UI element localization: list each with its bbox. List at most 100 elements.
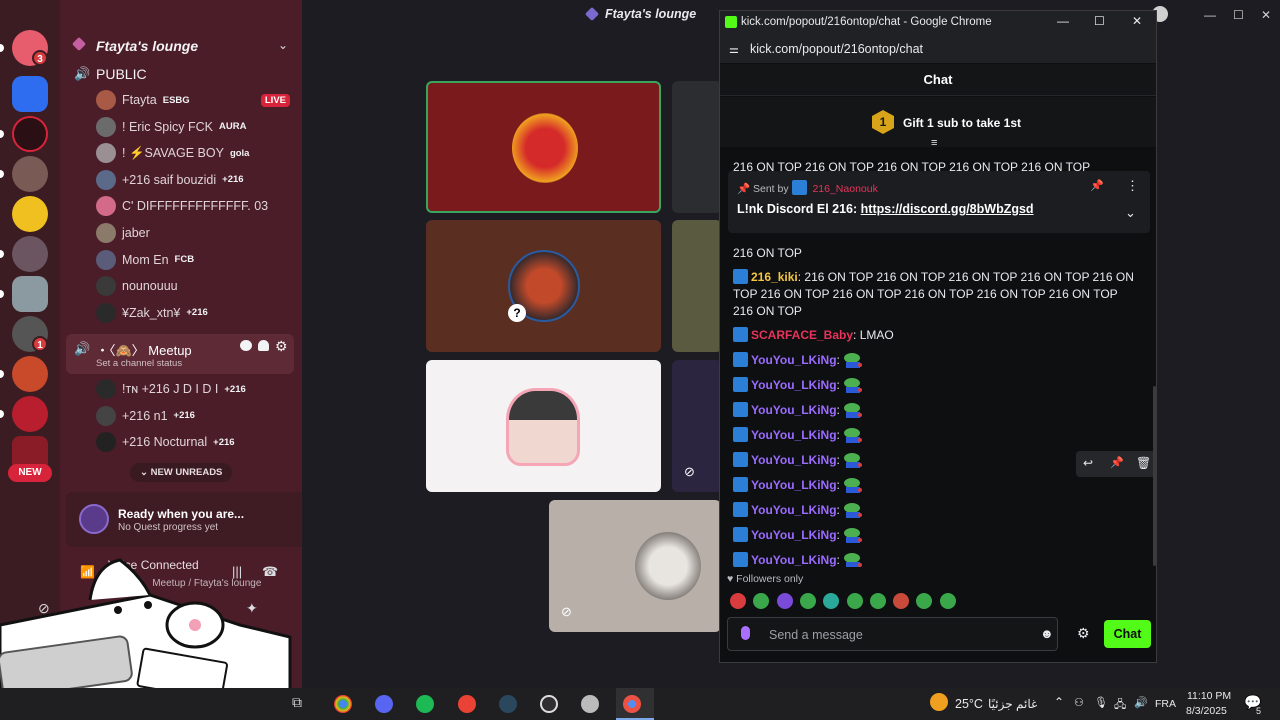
spotify-icon[interactable] — [416, 695, 434, 713]
pin-icon[interactable]: 📌 — [1090, 179, 1104, 192]
voice-member[interactable]: +216 n1 +216 — [96, 405, 296, 427]
collapse-icon[interactable]: ≡ — [931, 137, 937, 149]
chat-username[interactable]: YouYou_LKiNg — [751, 528, 837, 542]
chevron-down-icon[interactable]: ⌄ — [278, 38, 288, 52]
voice-member[interactable]: ¥Zak_xtn¥ +216 — [96, 302, 296, 324]
gear-icon[interactable]: ⚙ — [1077, 625, 1090, 642]
gift-leaderboard[interactable]: 1 Gift 1 sub to take 1st ≡ — [720, 97, 1156, 149]
emote-icon[interactable] — [799, 593, 816, 609]
discord-link[interactable]: https://discord.gg/8bWbZgsd — [861, 202, 1034, 216]
emote-icon[interactable] — [916, 593, 933, 609]
minimize-icon[interactable]: — — [1057, 14, 1069, 28]
clock-time[interactable]: 11:10 PM — [1187, 690, 1231, 702]
emote-icon[interactable] — [846, 593, 863, 609]
channel-meetup[interactable]: 🔊 ・〈🙈〉 Meetup Set a channel status ⚙ — [66, 334, 294, 374]
chat-message[interactable]: YouYou_LKiNg: — [733, 427, 1138, 444]
chat-username[interactable]: YouYou_LKiNg — [751, 553, 837, 567]
chat-username[interactable]: YouYou_LKiNg — [751, 503, 837, 517]
chat-message[interactable]: YouYou_LKiNg: — [733, 552, 1138, 567]
chevron-up-icon[interactable]: ⌃ — [1054, 695, 1064, 709]
chrome-titlebar[interactable]: kick.com/popout/216ontop/chat - Google C… — [720, 11, 1156, 35]
more-icon[interactable]: ⋮ — [1126, 178, 1139, 194]
chat-message[interactable]: SCARFACE_Baby: LMAO — [733, 327, 1138, 344]
server-icon[interactable] — [12, 276, 48, 312]
mic-tray-icon[interactable]: 🎙 — [1094, 696, 1108, 709]
language-indicator[interactable]: FRA — [1155, 698, 1176, 710]
task-view-icon[interactable]: ⧉ — [292, 694, 302, 711]
emote-icon[interactable] — [823, 593, 840, 609]
chat-username[interactable]: YouYou_LKiNg — [751, 403, 837, 417]
participant-tile[interactable]: ? — [426, 220, 661, 352]
add-user-icon[interactable] — [258, 340, 269, 351]
scrollbar[interactable] — [1153, 386, 1156, 566]
send-chat-button[interactable]: Chat — [1104, 620, 1151, 648]
emote-icon[interactable] — [939, 593, 956, 609]
close-icon[interactable]: ✕ — [1261, 8, 1271, 22]
weather-icon[interactable] — [930, 693, 948, 711]
gear-icon[interactable]: ⚙ — [275, 338, 288, 355]
chat-username[interactable]: YouYou_LKiNg — [751, 353, 837, 367]
participant-tile[interactable]: ⊘ — [672, 360, 722, 492]
reply-icon[interactable]: ↩ — [1083, 456, 1093, 470]
voice-member[interactable]: +216 saif bouzidi +216 — [96, 169, 296, 191]
chat-message[interactable]: YouYou_LKiNg: — [733, 527, 1138, 544]
participant-tile[interactable] — [672, 220, 722, 352]
server-icon[interactable] — [12, 236, 48, 272]
voice-member[interactable]: Ftayta ESBG LIVE — [96, 89, 296, 111]
pinned-message[interactable]: 📌 Sent by 216_Naonouk L!nk Discord El 21… — [728, 171, 1150, 233]
chevron-down-icon[interactable]: ⌄ — [1125, 205, 1136, 221]
chrome-icon[interactable] — [334, 695, 352, 713]
chrome-profile-icon[interactable] — [458, 695, 476, 713]
server-icon[interactable] — [12, 76, 48, 112]
chat-username[interactable]: YouYou_LKiNg — [751, 428, 837, 442]
emote-icon[interactable] — [893, 593, 910, 609]
voice-member[interactable]: ! ⚡SAVAGE BOY gola — [96, 142, 296, 164]
emote-icon[interactable] — [776, 593, 793, 609]
maximize-icon[interactable]: ☐ — [1094, 14, 1105, 28]
chat-username[interactable]: YouYou_LKiNg — [751, 378, 837, 392]
obs-icon[interactable] — [540, 695, 558, 713]
voice-member[interactable]: nounouuu — [96, 275, 296, 297]
voice-member[interactable]: ! Eric Spicy FCK AURA — [96, 116, 296, 138]
participant-tile[interactable] — [672, 81, 722, 213]
voice-member[interactable]: !ᴛɴ +216 J D I D I +216 — [96, 378, 296, 400]
emote-icon[interactable] — [753, 593, 770, 609]
chat-message[interactable]: YouYou_LKiNg: — [733, 377, 1138, 394]
weather-condition[interactable]: غائم جزئيًا — [988, 697, 1037, 711]
trash-icon[interactable]: 🗑 — [1136, 456, 1151, 470]
chat-message[interactable]: YouYou_LKiNg: — [733, 352, 1138, 369]
voice-member[interactable]: Mom En FCB — [96, 249, 296, 271]
mic-icon[interactable] — [741, 626, 750, 640]
chat-message[interactable]: YouYou_LKiNg: — [733, 502, 1138, 519]
maximize-icon[interactable]: ☐ — [1233, 8, 1244, 22]
chat-username[interactable]: YouYou_LKiNg — [751, 453, 837, 467]
clock-date[interactable]: 8/3/2025 — [1186, 705, 1227, 717]
participant-tile[interactable]: ⊘ — [549, 500, 721, 632]
tray-app-icon[interactable]: ⚇ — [1074, 696, 1084, 709]
emoji-icon[interactable]: ☻ — [1040, 626, 1054, 641]
chat-username[interactable]: 216_kiki — [751, 270, 798, 284]
server-title[interactable]: Ftayta's lounge — [96, 38, 198, 54]
chat-message[interactable]: YouYou_LKiNg: — [733, 402, 1138, 419]
server-icon[interactable] — [12, 156, 48, 192]
close-icon[interactable]: ✕ — [1132, 14, 1142, 28]
emote-icon[interactable] — [730, 593, 746, 609]
pin-icon[interactable]: 📌 — [1110, 456, 1124, 469]
steam-icon[interactable] — [499, 695, 517, 713]
voice-member[interactable]: jaber — [96, 222, 296, 244]
minimize-icon[interactable]: — — [1204, 8, 1216, 22]
weather-temp[interactable]: 25°C — [955, 697, 983, 711]
emote-icon[interactable] — [869, 593, 886, 609]
chat-bubble-icon[interactable] — [240, 340, 252, 351]
url-text[interactable]: kick.com/popout/216ontop/chat — [750, 42, 923, 56]
chat-message[interactable]: YouYou_LKiNg: — [733, 477, 1138, 494]
chat-message[interactable]: 216_kiki: 216 ON TOP 216 ON TOP 216 ON T… — [733, 269, 1138, 320]
voice-member[interactable]: C' DIFFFFFFFFFFFFF. 03 — [96, 195, 296, 217]
site-settings-icon[interactable]: ⚌ — [729, 43, 739, 56]
chat-message[interactable]: 216 ON TOP — [733, 245, 1138, 262]
voice-member[interactable]: +216 Nocturnal +216 — [96, 431, 296, 453]
message-input[interactable]: Send a message ☻ — [727, 617, 1058, 651]
participant-tile[interactable] — [426, 81, 661, 213]
network-icon[interactable]: 🖧 — [1114, 696, 1126, 715]
app-icon[interactable] — [581, 695, 599, 713]
